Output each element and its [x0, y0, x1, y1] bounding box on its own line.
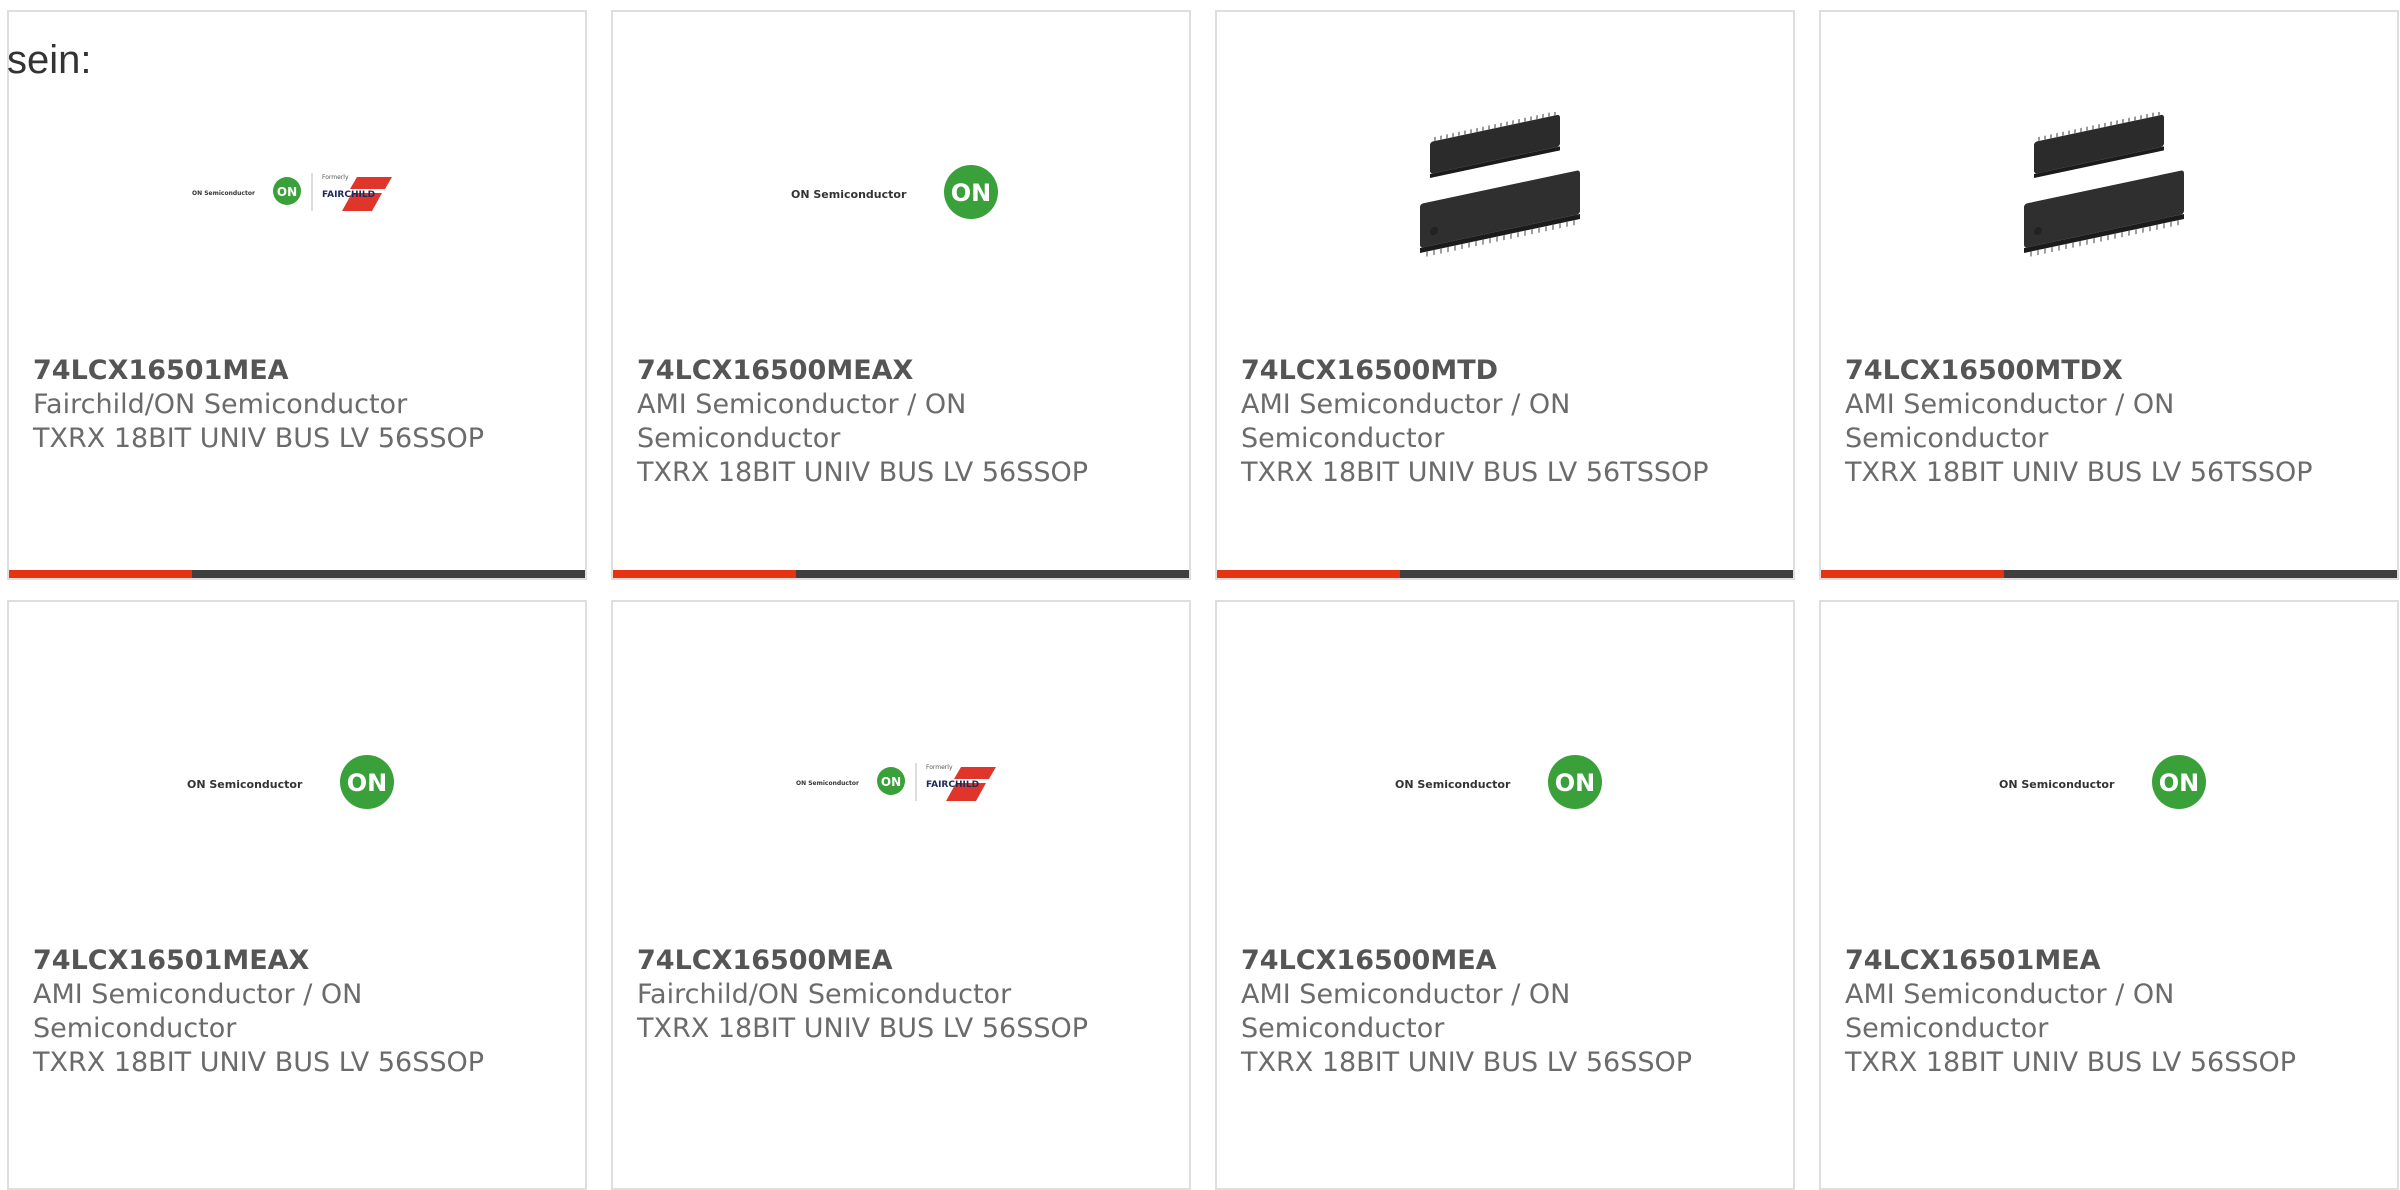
description: TXRX 18BIT UNIV BUS LV 56SSOP: [33, 1047, 485, 1078]
part-number-link[interactable]: 74LCX16500MEAX: [637, 354, 1149, 388]
chip-photo: [2024, 112, 2184, 257]
card-bottom-bar: [9, 570, 585, 578]
onsemi-fairchild-logo: ON Semiconductor ON Formerly FAIRCHILD: [192, 173, 392, 211]
card-bottom-bar: [613, 570, 1189, 578]
product-image[interactable]: ON Semiconductor ON: [9, 642, 585, 922]
card-accent-bar: [9, 570, 192, 578]
manufacturer: AMI Semiconductor / ON Semiconductor: [1845, 389, 2175, 454]
manufacturer: AMI Semiconductor / ON Semiconductor: [1845, 979, 2175, 1044]
logo-text-on: ON: [277, 185, 297, 199]
product-card[interactable]: ON Semiconductor ON Formerly FAIRCHILD 7…: [7, 10, 587, 580]
logo-text-onsemi: ON Semiconductor: [1395, 778, 1511, 791]
description: TXRX 18BIT UNIV BUS LV 56SSOP: [637, 1013, 1089, 1044]
product-image[interactable]: ON Semiconductor ON: [1217, 642, 1793, 922]
description: TXRX 18BIT UNIV BUS LV 56SSOP: [33, 423, 485, 454]
product-info: 74LCX16500MTDX AMI Semiconductor / ON Sem…: [1845, 354, 2357, 490]
logo-text-onsemi: ON Semiconductor: [791, 188, 907, 201]
product-info: 74LCX16500MEAX AMI Semiconductor / ON Sem…: [637, 354, 1149, 490]
product-card[interactable]: 74LCX16500MTDX AMI Semiconductor / ON Sem…: [1819, 10, 2399, 580]
product-card[interactable]: 74LCX16500MTD AMI Semiconductor / ON Semi…: [1215, 10, 1795, 580]
part-number-link[interactable]: 74LCX16500MEA: [637, 944, 1149, 978]
card-accent-bar: [613, 570, 796, 578]
product-info: 74LCX16501MEA AMI Semiconductor / ON Semi…: [1845, 944, 2357, 1080]
product-card[interactable]: ON Semiconductor ON 74LCX16500MEA AMI Sem…: [1215, 600, 1795, 1190]
manufacturer: Fairchild/ON Semiconductor: [637, 979, 1012, 1010]
product-image[interactable]: ON Semiconductor ON Formerly FAIRCHILD: [613, 642, 1189, 922]
card-bottom-bar: [1821, 570, 2397, 578]
description: TXRX 18BIT UNIV BUS LV 56SSOP: [1241, 1047, 1693, 1078]
logo-text-formerly: Formerly: [926, 764, 953, 771]
product-info: 74LCX16500MEA AMI Semiconductor / ON Semi…: [1241, 944, 1753, 1080]
logo-text-on: ON: [347, 769, 388, 797]
logo-text-fairchild: FAIRCHILD: [926, 780, 979, 790]
card-accent-bar: [1217, 570, 1400, 578]
product-image[interactable]: [1821, 52, 2397, 332]
manufacturer: AMI Semiconductor / ON Semiconductor: [33, 979, 363, 1044]
onsemi-logo: ON Semiconductor ON: [187, 755, 394, 809]
intro-text: sein:: [7, 38, 92, 82]
onsemi-logo: ON Semiconductor ON: [791, 165, 998, 219]
product-info: 74LCX16500MTD AMI Semiconductor / ON Semi…: [1241, 354, 1753, 490]
part-number-link[interactable]: 74LCX16500MTDX: [1845, 354, 2357, 388]
product-card[interactable]: ON Semiconductor ON 74LCX16501MEAX AMI Se…: [7, 600, 587, 1190]
logo-text-onsemi: ON Semiconductor: [187, 778, 303, 791]
description: TXRX 18BIT UNIV BUS LV 56TSSOP: [1845, 457, 2313, 488]
product-image[interactable]: [1217, 52, 1793, 332]
description: TXRX 18BIT UNIV BUS LV 56SSOP: [1845, 1047, 2297, 1078]
manufacturer: AMI Semiconductor / ON Semiconductor: [637, 389, 967, 454]
product-image[interactable]: ON Semiconductor ON: [1821, 642, 2397, 922]
onsemi-logo: ON Semiconductor ON: [1999, 755, 2206, 809]
description: TXRX 18BIT UNIV BUS LV 56TSSOP: [1241, 457, 1709, 488]
part-number-link[interactable]: 74LCX16500MEA: [1241, 944, 1753, 978]
product-info: 74LCX16501MEAX AMI Semiconductor / ON Sem…: [33, 944, 545, 1080]
logo-text-on: ON: [2159, 769, 2200, 797]
logo-text-formerly: Formerly: [322, 174, 349, 181]
logo-text-on: ON: [951, 179, 992, 207]
product-grid: ON Semiconductor ON Formerly FAIRCHILD 7…: [7, 10, 2400, 1190]
onsemi-fairchild-logo: ON Semiconductor ON Formerly FAIRCHILD: [796, 763, 996, 801]
chip-photo: [1420, 112, 1580, 257]
logo-text-fairchild: FAIRCHILD: [322, 190, 375, 200]
product-info: 74LCX16501MEA Fairchild/ON Semiconductor T…: [33, 354, 545, 456]
card-bottom-bar: [1217, 570, 1793, 578]
logo-text-onsemi: ON Semiconductor: [1999, 778, 2115, 791]
logo-text-on: ON: [1555, 769, 1596, 797]
part-number-link[interactable]: 74LCX16501MEA: [1845, 944, 2357, 978]
logo-text-onsemi: ON Semiconductor: [192, 190, 255, 197]
product-image[interactable]: ON Semiconductor ON Formerly FAIRCHILD: [9, 52, 585, 332]
product-card[interactable]: ON Semiconductor ON Formerly FAIRCHILD 7…: [611, 600, 1191, 1190]
part-number-link[interactable]: 74LCX16501MEA: [33, 354, 545, 388]
manufacturer: AMI Semiconductor / ON Semiconductor: [1241, 389, 1571, 454]
product-image[interactable]: ON Semiconductor ON: [613, 52, 1189, 332]
part-number-link[interactable]: 74LCX16501MEAX: [33, 944, 545, 978]
product-info: 74LCX16500MEA Fairchild/ON Semiconductor T…: [637, 944, 1149, 1046]
product-card[interactable]: ON Semiconductor ON 74LCX16500MEAX AMI Se…: [611, 10, 1191, 580]
manufacturer: Fairchild/ON Semiconductor: [33, 389, 408, 420]
card-accent-bar: [1821, 570, 2004, 578]
manufacturer: AMI Semiconductor / ON Semiconductor: [1241, 979, 1571, 1044]
part-number-link[interactable]: 74LCX16500MTD: [1241, 354, 1753, 388]
product-card[interactable]: ON Semiconductor ON 74LCX16501MEA AMI Sem…: [1819, 600, 2399, 1190]
logo-text-on: ON: [881, 775, 901, 789]
description: TXRX 18BIT UNIV BUS LV 56SSOP: [637, 457, 1089, 488]
logo-text-onsemi: ON Semiconductor: [796, 780, 859, 787]
onsemi-logo: ON Semiconductor ON: [1395, 755, 1602, 809]
